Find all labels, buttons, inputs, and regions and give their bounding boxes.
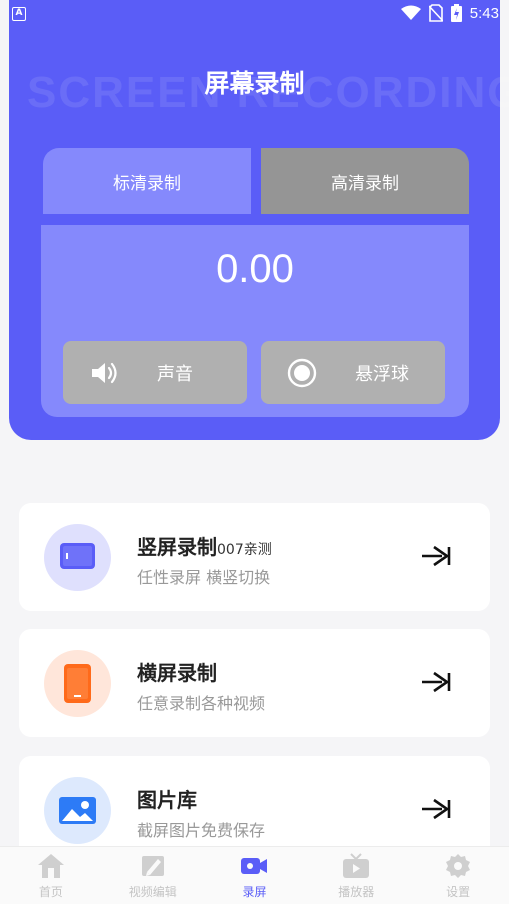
portrait-screen-icon bbox=[60, 543, 95, 569]
app-notification-icon: A bbox=[12, 7, 26, 21]
arrow-right-icon[interactable] bbox=[420, 545, 452, 567]
status-icons: 5:43 bbox=[400, 4, 499, 22]
gallery-subtitle: 截屏图片免费保存 bbox=[137, 821, 266, 840]
landscape-record-icon-wrap bbox=[44, 650, 111, 717]
portrait-record-card[interactable]: 竖屏录制007亲测 任性录屏 横竖切换 bbox=[19, 503, 490, 611]
speaker-icon bbox=[92, 362, 117, 384]
card-title: 竖屏录制007亲测 bbox=[137, 531, 272, 560]
arrow-right-icon[interactable] bbox=[420, 671, 452, 693]
portrait-record-title: 竖屏录制 bbox=[137, 535, 217, 559]
portrait-record-subtitle: 任性录屏 横竖切换 bbox=[137, 568, 271, 587]
image-gallery-icon bbox=[59, 797, 96, 824]
recording-timer: 0.00 bbox=[216, 247, 294, 291]
battery-charging-icon bbox=[450, 4, 462, 22]
portrait-record-icon-wrap bbox=[44, 524, 111, 591]
video-camera-icon bbox=[241, 858, 268, 874]
status-bar: A 5:43 bbox=[0, 0, 509, 30]
nav-item-home[interactable]: 首页 bbox=[0, 847, 102, 904]
nav-label-settings: 设置 bbox=[446, 885, 471, 899]
landscape-phone-icon bbox=[64, 664, 91, 703]
record-panel-body: 0.00 声音 悬浮球 bbox=[41, 225, 469, 417]
nav-label-video-edit: 视频编辑 bbox=[128, 885, 177, 899]
edit-icon bbox=[141, 856, 164, 876]
gallery-icon-wrap bbox=[44, 777, 111, 844]
landscape-record-card[interactable]: 横屏录制 任意录制各种视频 bbox=[19, 629, 490, 737]
record-panel: 标清录制 高清录制 0.00 声音 悬浮球 bbox=[41, 148, 469, 417]
nav-item-record[interactable]: 录屏 bbox=[204, 847, 306, 904]
floating-ball-toggle-button[interactable]: 悬浮球 bbox=[261, 341, 445, 404]
floating-ball-label: 悬浮球 bbox=[355, 364, 409, 385]
home-icon bbox=[37, 854, 64, 878]
landscape-record-title: 横屏录制 bbox=[137, 661, 217, 685]
floating-ball-icon bbox=[287, 358, 317, 388]
nav-label-record: 录屏 bbox=[242, 885, 267, 899]
gear-icon bbox=[446, 854, 471, 878]
no-sim-icon bbox=[428, 4, 443, 22]
wifi-icon bbox=[400, 5, 421, 20]
sound-label: 声音 bbox=[157, 364, 193, 385]
nav-item-settings[interactable]: 设置 bbox=[407, 847, 509, 904]
tv-play-icon bbox=[343, 853, 370, 878]
portrait-record-title-suffix: 007亲测 bbox=[217, 542, 272, 558]
nav-item-video-edit[interactable]: 视频编辑 bbox=[102, 847, 204, 904]
arrow-right-icon[interactable] bbox=[420, 798, 452, 820]
landscape-record-subtitle: 任意录制各种视频 bbox=[137, 694, 266, 713]
page-title: 屏幕录制 bbox=[204, 69, 305, 98]
tab-standard-definition[interactable]: 标清录制 bbox=[43, 148, 251, 214]
clock: 5:43 bbox=[469, 4, 499, 22]
tab-high-definition[interactable]: 高清录制 bbox=[261, 148, 469, 214]
sound-toggle-button[interactable]: 声音 bbox=[63, 341, 247, 404]
gallery-title: 图片库 bbox=[137, 788, 197, 812]
nav-item-player[interactable]: 播放器 bbox=[305, 847, 407, 904]
bottom-navigation: 首页 视频编辑 录屏 播放器 设置 bbox=[0, 846, 509, 904]
nav-label-home: 首页 bbox=[38, 885, 63, 899]
nav-label-player: 播放器 bbox=[338, 885, 375, 899]
header-card: SCREEN RECORDING 屏幕录制 标清录制 高清录制 0.00 声音 … bbox=[9, 0, 509, 440]
